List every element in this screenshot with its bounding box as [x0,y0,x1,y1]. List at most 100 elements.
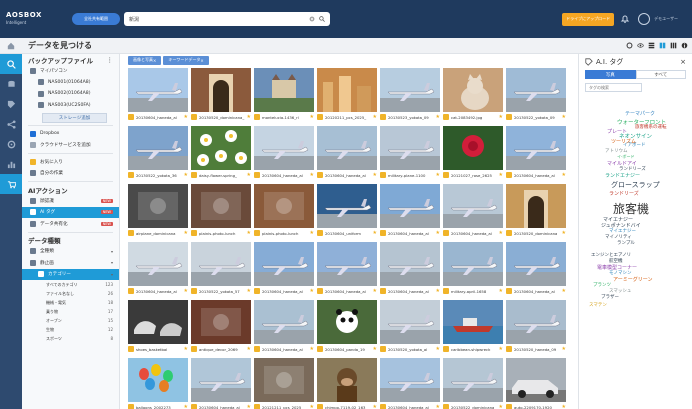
category-item[interactable]: スポーツ 8 [22,334,119,343]
app-logo[interactable]: AOSBOX Intelligent [6,12,46,26]
image-thumbnail[interactable]: 20121027_rose_2625 ★ [443,126,503,182]
star-icon[interactable]: ★ [310,404,314,409]
star-icon[interactable]: ★ [562,172,566,178]
star-icon[interactable]: ★ [373,114,377,120]
thumbnail-image[interactable] [254,358,314,402]
star-icon[interactable]: ★ [310,346,314,352]
star-icon[interactable]: ★ [184,288,188,294]
star-icon[interactable]: ★ [562,346,566,352]
thumbnail-image[interactable] [191,126,251,170]
star-icon[interactable]: ★ [184,404,188,409]
data-type-item[interactable]: 全種類 ▾ [22,246,119,258]
thumbnail-image[interactable] [254,68,314,112]
image-thumbnail[interactable]: chimpo-7119-02_163 ★ [317,358,377,409]
star-icon[interactable]: ★ [562,288,566,294]
thumbnail-image[interactable] [128,184,188,228]
thumbnail-image[interactable] [380,126,440,170]
image-thumbnail[interactable]: military-plane-1100 ★ [380,126,440,182]
search-input[interactable]: 新潟 [124,12,330,26]
cloud-item[interactable]: クラウドサービスを追加 [22,140,119,152]
image-thumbnail[interactable]: 20130604_haneda_al ★ [443,184,503,240]
thumbnail-image[interactable] [443,184,503,228]
category-item[interactable]: ファイル名なし 26 [22,289,119,298]
star-icon[interactable]: ★ [436,404,440,409]
star-icon[interactable]: ★ [436,346,440,352]
star-icon[interactable]: ★ [499,288,503,294]
image-thumbnail[interactable]: military-april-1658 ★ [443,242,503,298]
filter-chip[interactable]: 画像と写真 × [128,55,162,65]
favorite-item[interactable]: お気に入り [22,156,119,168]
image-thumbnail[interactable]: auto-2209170-1920 ★ [506,358,566,409]
category-item[interactable]: 乗り物 17 [22,307,119,316]
image-thumbnail[interactable]: 20130522_yokota_36 ★ [128,126,188,182]
thumbnail-image[interactable] [128,242,188,286]
bell-icon[interactable] [620,14,630,24]
tab-photo[interactable]: 写真 [585,70,636,79]
backup-item[interactable]: NAS003(UC2S0FA) [22,100,119,112]
thumbnail-image[interactable] [254,242,314,286]
avatar[interactable] [638,13,651,25]
thumbnail-image[interactable] [191,242,251,286]
image-thumbnail[interactable]: 20130522_yokota_57 ★ [191,242,251,298]
rail-cart[interactable] [0,174,22,194]
thumbnail-image[interactable] [506,300,566,344]
image-thumbnail[interactable]: caribbean-shipwreck ★ [443,300,503,356]
thumbnail-image[interactable] [128,68,188,112]
thumbnail-image[interactable] [128,126,188,170]
backup-item[interactable]: NAS001(01064A8) [22,77,119,89]
favorite-item[interactable]: 自分の作業 [22,168,119,180]
thumbnail-image[interactable] [443,300,503,344]
image-thumbnail[interactable]: 20130604_haneda_al ★ [380,184,440,240]
star-icon[interactable]: ★ [310,114,314,120]
star-icon[interactable]: ★ [436,172,440,178]
close-icon[interactable]: × [153,58,156,63]
category-item[interactable]: すべてのカテゴリ 123 [22,280,119,289]
star-icon[interactable]: ★ [436,288,440,294]
image-thumbnail[interactable]: 20130604_panda_19 ★ [317,300,377,356]
thumbnail-image[interactable] [317,300,377,344]
star-icon[interactable]: ★ [247,288,251,294]
ai-action-item[interactable]: AI タグ NEW [22,206,119,218]
cloud-item[interactable]: Dropbox [22,128,119,140]
tag-item[interactable]: スマテン [589,302,607,308]
thumbnail-image[interactable] [191,184,251,228]
filter-chip[interactable]: キーワードデータ × [163,55,209,65]
add-storage-button[interactable]: ストレージ追加 [42,113,107,123]
image-thumbnail[interactable]: cat-2083492.jpg ★ [443,68,503,124]
user-name[interactable]: デモユーザー [654,16,678,22]
star-icon[interactable]: ★ [499,346,503,352]
chevron-icon[interactable]: ▾ [111,249,113,254]
tag-filter-input[interactable] [585,83,642,92]
star-icon[interactable]: ★ [373,404,377,409]
thumbnail-image[interactable] [380,184,440,228]
thumbnail-image[interactable] [506,126,566,170]
tag-item[interactable]: ランドエナジー [605,172,640,179]
clear-icon[interactable] [309,16,315,22]
star-icon[interactable]: ★ [184,114,188,120]
image-thumbnail[interactable]: daisy-flower-spring_ ★ [191,126,251,182]
rail-search[interactable] [0,54,22,74]
star-icon[interactable]: ★ [247,404,251,409]
star-icon[interactable]: ★ [310,230,314,236]
tag-item[interactable]: 旅客機系の運転 [635,124,667,130]
image-thumbnail[interactable]: 20130522_dominicana ★ [443,358,503,409]
star-icon[interactable]: ★ [373,230,377,236]
close-icon[interactable]: × [680,58,686,66]
thumbnail-image[interactable] [254,184,314,228]
refresh-icon[interactable] [626,42,633,49]
star-icon[interactable]: ★ [247,172,251,178]
star-icon[interactable]: ★ [499,404,503,409]
star-icon[interactable]: ★ [184,230,188,236]
image-thumbnail[interactable]: 20130604_haneda_al ★ [506,126,566,182]
image-thumbnail[interactable]: 20130604_haneda_al ★ [317,242,377,298]
info-icon[interactable] [681,42,688,49]
rail-chart[interactable] [0,154,22,174]
star-icon[interactable]: ★ [310,172,314,178]
image-thumbnail[interactable]: plainis-photo-lunch ★ [191,184,251,240]
image-thumbnail[interactable]: 20130523_yokota_09 ★ [380,68,440,124]
star-icon[interactable]: ★ [184,346,188,352]
thumbnail-image[interactable] [191,68,251,112]
tab-all[interactable]: すべて [635,70,686,79]
thumbnail-image[interactable] [317,126,377,170]
image-thumbnail[interactable]: 20130604_haneda_al ★ [380,242,440,298]
